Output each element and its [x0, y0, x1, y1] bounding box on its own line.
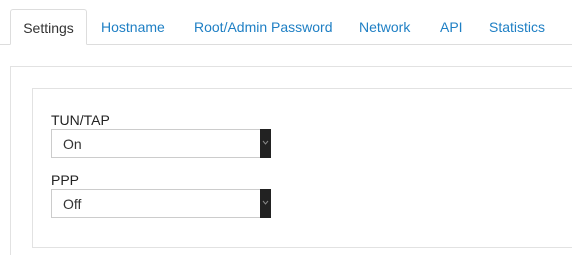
tab-api[interactable]: API: [440, 9, 463, 45]
chevron-down-icon[interactable]: [260, 189, 271, 218]
tuntap-select[interactable]: On: [51, 129, 271, 158]
tab-network[interactable]: Network: [359, 9, 410, 45]
tab-bar: Settings Hostname Root/Admin Password Ne…: [0, 0, 572, 45]
tab-root-admin-password[interactable]: Root/Admin Password: [194, 9, 333, 45]
ppp-label: PPP: [51, 172, 80, 188]
ppp-select[interactable]: Off: [51, 189, 271, 218]
tab-hostname[interactable]: Hostname: [101, 9, 165, 45]
settings-form-panel: [32, 88, 572, 248]
ppp-select-value: Off: [63, 196, 82, 212]
tab-statistics[interactable]: Statistics: [489, 9, 545, 45]
tuntap-select-value: On: [63, 136, 82, 152]
tuntap-label: TUN/TAP: [51, 112, 110, 128]
chevron-down-icon[interactable]: [260, 129, 271, 158]
tab-settings[interactable]: Settings: [10, 9, 87, 45]
